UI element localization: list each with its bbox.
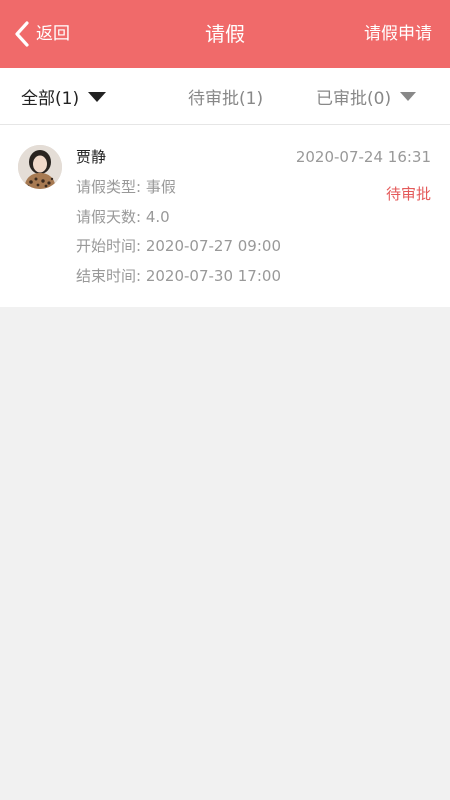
status-badge: 待审批 [385, 185, 431, 203]
applicant-name: 贾静 [76, 148, 107, 166]
submit-time: 2020-07-24 16:31 [295, 148, 431, 166]
triangle-down-icon [88, 91, 107, 102]
leave-type: 请假类型: 事假 [76, 178, 176, 196]
app-header: 返回 请假 请假申请 [0, 0, 450, 68]
filter-all-tab[interactable]: 全部(1) [21, 68, 107, 124]
end-time: 结束时间: 2020-07-30 17:00 [76, 267, 281, 285]
filter-pending-tab[interactable]: 待审批(1) [188, 68, 263, 124]
filter-all-label: 全部(1) [21, 88, 80, 109]
filter-approved-tab[interactable]: 已审批(0) [316, 68, 417, 124]
leave-apply-button[interactable]: 请假申请 [364, 19, 432, 49]
triangle-down-icon [400, 92, 417, 101]
leave-days: 请假天数: 4.0 [76, 208, 170, 226]
leave-record-card[interactable]: 贾静 2020-07-24 16:31 待审批 请假类型: 事假 请假天数: 4… [0, 125, 450, 307]
filter-bar: 全部(1) 待审批(1) 已审批(0) [0, 68, 450, 125]
start-time: 开始时间: 2020-07-27 09:00 [76, 237, 281, 255]
filter-approved-label: 已审批(0) [316, 88, 392, 109]
filter-pending-label: 待审批(1) [188, 88, 264, 109]
user-avatar-icon [18, 145, 62, 189]
avatar [18, 145, 62, 189]
